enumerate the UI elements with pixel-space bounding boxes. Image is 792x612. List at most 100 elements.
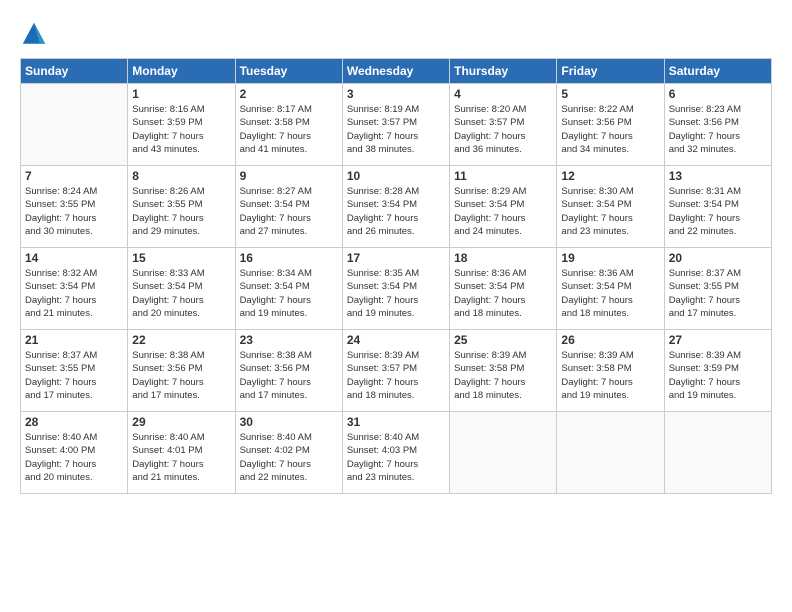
cell-text: Sunrise: 8:17 AM Sunset: 3:58 PM Dayligh… (240, 103, 338, 156)
day-number: 6 (669, 87, 767, 101)
cell-text: Sunrise: 8:22 AM Sunset: 3:56 PM Dayligh… (561, 103, 659, 156)
calendar-cell (450, 412, 557, 494)
cell-text: Sunrise: 8:39 AM Sunset: 3:57 PM Dayligh… (347, 349, 445, 402)
calendar-cell: 26 Sunrise: 8:39 AM Sunset: 3:58 PM Dayli… (557, 330, 664, 412)
calendar-cell: 22Sunrise: 8:38 AM Sunset: 3:56 PM Dayli… (128, 330, 235, 412)
calendar-cell: 13 Sunrise: 8:31 AM Sunset: 3:54 PM Dayli… (664, 166, 771, 248)
cell-text: Sunrise: 8:28 AM Sunset: 3:54 PM Dayligh… (347, 185, 445, 238)
cell-text: Sunrise: 8:36 AM Sunset: 3:54 PM Dayligh… (561, 267, 659, 320)
calendar-cell (21, 84, 128, 166)
cell-text: Sunrise: 8:20 AM Sunset: 3:57 PM Dayligh… (454, 103, 552, 156)
cell-text: Sunrise: 8:40 AM Sunset: 4:03 PM Dayligh… (347, 431, 445, 484)
calendar-cell: 30 Sunrise: 8:40 AM Sunset: 4:02 PM Dayli… (235, 412, 342, 494)
cell-text: Sunrise: 8:34 AM Sunset: 3:54 PM Dayligh… (240, 267, 338, 320)
calendar-cell: 17 Sunrise: 8:35 AM Sunset: 3:54 PM Dayli… (342, 248, 449, 330)
calendar-cell: 10Sunrise: 8:28 AM Sunset: 3:54 PM Dayli… (342, 166, 449, 248)
day-number: 13 (669, 169, 767, 183)
calendar-cell: 31 Sunrise: 8:40 AM Sunset: 4:03 PM Dayli… (342, 412, 449, 494)
day-number: 17 (347, 251, 445, 265)
day-number: 21 (25, 333, 123, 347)
day-number: 2 (240, 87, 338, 101)
cell-text: Sunrise: 8:39 AM Sunset: 3:58 PM Dayligh… (561, 349, 659, 402)
header (20, 16, 772, 48)
calendar-cell: 11 Sunrise: 8:29 AM Sunset: 3:54 PM Dayli… (450, 166, 557, 248)
cell-text: Sunrise: 8:35 AM Sunset: 3:54 PM Dayligh… (347, 267, 445, 320)
calendar-cell: 14Sunrise: 8:32 AM Sunset: 3:54 PM Dayli… (21, 248, 128, 330)
cell-text: Sunrise: 8:39 AM Sunset: 3:58 PM Dayligh… (454, 349, 552, 402)
calendar-cell: 20 Sunrise: 8:37 AM Sunset: 3:55 PM Dayli… (664, 248, 771, 330)
calendar-cell: 28Sunrise: 8:40 AM Sunset: 4:00 PM Dayli… (21, 412, 128, 494)
cell-text: Sunrise: 8:30 AM Sunset: 3:54 PM Dayligh… (561, 185, 659, 238)
cell-text: Sunrise: 8:37 AM Sunset: 3:55 PM Dayligh… (25, 349, 123, 402)
day-number: 12 (561, 169, 659, 183)
weekday-header-wednesday: Wednesday (342, 59, 449, 84)
weekday-header-sunday: Sunday (21, 59, 128, 84)
calendar-cell: 29 Sunrise: 8:40 AM Sunset: 4:01 PM Dayli… (128, 412, 235, 494)
week-row-1: 1Sunrise: 8:16 AM Sunset: 3:59 PM Daylig… (21, 84, 772, 166)
weekday-header-monday: Monday (128, 59, 235, 84)
day-number: 24 (347, 333, 445, 347)
calendar-cell: 19 Sunrise: 8:36 AM Sunset: 3:54 PM Dayli… (557, 248, 664, 330)
day-number: 23 (240, 333, 338, 347)
calendar-cell: 5 Sunrise: 8:22 AM Sunset: 3:56 PM Daylig… (557, 84, 664, 166)
day-number: 8 (132, 169, 230, 183)
cell-text: Sunrise: 8:24 AM Sunset: 3:55 PM Dayligh… (25, 185, 123, 238)
day-number: 27 (669, 333, 767, 347)
calendar-cell: 9Sunrise: 8:27 AM Sunset: 3:54 PM Daylig… (235, 166, 342, 248)
weekday-header-friday: Friday (557, 59, 664, 84)
day-number: 29 (132, 415, 230, 429)
calendar-cell (664, 412, 771, 494)
day-number: 28 (25, 415, 123, 429)
weekday-header-saturday: Saturday (664, 59, 771, 84)
cell-text: Sunrise: 8:40 AM Sunset: 4:02 PM Dayligh… (240, 431, 338, 484)
cell-text: Sunrise: 8:37 AM Sunset: 3:55 PM Dayligh… (669, 267, 767, 320)
day-number: 30 (240, 415, 338, 429)
cell-text: Sunrise: 8:38 AM Sunset: 3:56 PM Dayligh… (132, 349, 230, 402)
calendar-cell: 15 Sunrise: 8:33 AM Sunset: 3:54 PM Dayli… (128, 248, 235, 330)
cell-text: Sunrise: 8:31 AM Sunset: 3:54 PM Dayligh… (669, 185, 767, 238)
day-number: 26 (561, 333, 659, 347)
calendar-cell: 4Sunrise: 8:20 AM Sunset: 3:57 PM Daylig… (450, 84, 557, 166)
calendar: SundayMondayTuesdayWednesdayThursdayFrid… (20, 58, 772, 494)
calendar-cell (557, 412, 664, 494)
cell-text: Sunrise: 8:38 AM Sunset: 3:56 PM Dayligh… (240, 349, 338, 402)
calendar-cell: 21 Sunrise: 8:37 AM Sunset: 3:55 PM Dayli… (21, 330, 128, 412)
calendar-cell: 18 Sunrise: 8:36 AM Sunset: 3:54 PM Dayli… (450, 248, 557, 330)
day-number: 19 (561, 251, 659, 265)
cell-text: Sunrise: 8:32 AM Sunset: 3:54 PM Dayligh… (25, 267, 123, 320)
day-number: 7 (25, 169, 123, 183)
calendar-cell: 6 Sunrise: 8:23 AM Sunset: 3:56 PM Daylig… (664, 84, 771, 166)
day-number: 25 (454, 333, 552, 347)
day-number: 16 (240, 251, 338, 265)
calendar-cell: 2 Sunrise: 8:17 AM Sunset: 3:58 PM Daylig… (235, 84, 342, 166)
day-number: 31 (347, 415, 445, 429)
calendar-cell: 12 Sunrise: 8:30 AM Sunset: 3:54 PM Dayli… (557, 166, 664, 248)
weekday-header-row: SundayMondayTuesdayWednesdayThursdayFrid… (21, 59, 772, 84)
calendar-cell: 24 Sunrise: 8:39 AM Sunset: 3:57 PM Dayli… (342, 330, 449, 412)
weekday-header-tuesday: Tuesday (235, 59, 342, 84)
cell-text: Sunrise: 8:23 AM Sunset: 3:56 PM Dayligh… (669, 103, 767, 156)
calendar-cell: 8Sunrise: 8:26 AM Sunset: 3:55 PM Daylig… (128, 166, 235, 248)
day-number: 5 (561, 87, 659, 101)
cell-text: Sunrise: 8:36 AM Sunset: 3:54 PM Dayligh… (454, 267, 552, 320)
cell-text: Sunrise: 8:29 AM Sunset: 3:54 PM Dayligh… (454, 185, 552, 238)
week-row-4: 21 Sunrise: 8:37 AM Sunset: 3:55 PM Dayli… (21, 330, 772, 412)
calendar-cell: 1Sunrise: 8:16 AM Sunset: 3:59 PM Daylig… (128, 84, 235, 166)
calendar-cell: 27 Sunrise: 8:39 AM Sunset: 3:59 PM Dayli… (664, 330, 771, 412)
calendar-cell: 7 Sunrise: 8:24 AM Sunset: 3:55 PM Daylig… (21, 166, 128, 248)
page: SundayMondayTuesdayWednesdayThursdayFrid… (0, 0, 792, 612)
day-number: 18 (454, 251, 552, 265)
day-number: 20 (669, 251, 767, 265)
day-number: 15 (132, 251, 230, 265)
calendar-cell: 16 Sunrise: 8:34 AM Sunset: 3:54 PM Dayli… (235, 248, 342, 330)
cell-text: Sunrise: 8:39 AM Sunset: 3:59 PM Dayligh… (669, 349, 767, 402)
cell-text: Sunrise: 8:40 AM Sunset: 4:01 PM Dayligh… (132, 431, 230, 484)
day-number: 11 (454, 169, 552, 183)
day-number: 1 (132, 87, 230, 101)
week-row-3: 14Sunrise: 8:32 AM Sunset: 3:54 PM Dayli… (21, 248, 772, 330)
calendar-cell: 23 Sunrise: 8:38 AM Sunset: 3:56 PM Dayli… (235, 330, 342, 412)
cell-text: Sunrise: 8:33 AM Sunset: 3:54 PM Dayligh… (132, 267, 230, 320)
weekday-header-thursday: Thursday (450, 59, 557, 84)
logo-icon (20, 20, 48, 48)
week-row-5: 28Sunrise: 8:40 AM Sunset: 4:00 PM Dayli… (21, 412, 772, 494)
